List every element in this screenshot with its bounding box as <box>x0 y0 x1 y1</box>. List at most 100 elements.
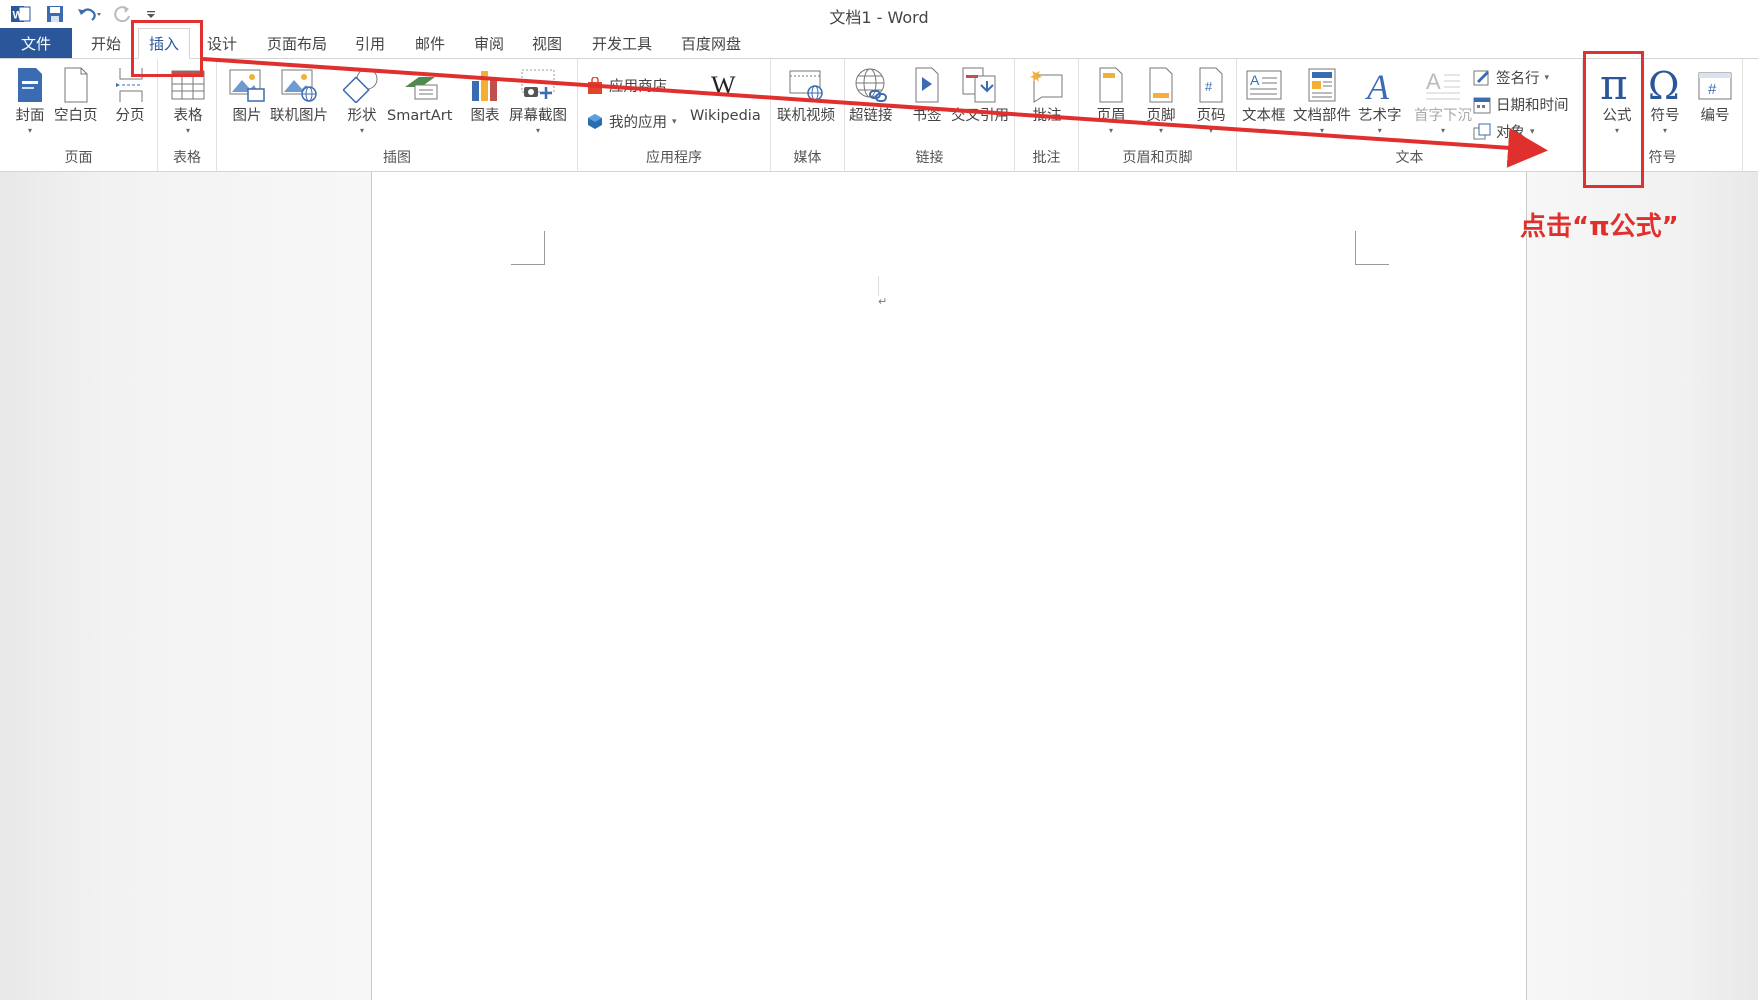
hyperlink-button[interactable]: 超链接 <box>849 65 893 125</box>
textbox-icon: A <box>1244 65 1284 105</box>
chevron-down-icon: ▾ <box>1158 126 1163 135</box>
chevron-down-icon: ▾ <box>1261 126 1266 135</box>
tab-developer[interactable]: 开发工具 <box>585 28 659 58</box>
my-apps-icon <box>586 113 604 131</box>
symbol-button[interactable]: Ω 符号 ▾ <box>1645 65 1685 135</box>
chevron-down-icon: ▾ <box>1530 126 1535 137</box>
crop-mark-top-left <box>511 231 545 265</box>
tab-insert[interactable]: 插入 <box>138 28 190 59</box>
group-label-links: 链接 <box>915 150 944 166</box>
date-time-button[interactable]: 日期和时间 <box>1473 94 1569 115</box>
header-icon <box>1091 65 1131 105</box>
blank-page-button[interactable]: 空白页 <box>54 65 98 125</box>
svg-text:#: # <box>1205 79 1213 94</box>
globe-link-icon <box>851 65 891 105</box>
window-title: 文档1 - Word <box>829 8 929 27</box>
drop-cap-button[interactable]: A 首字下沉 ▾ <box>1414 65 1472 135</box>
smartart-button[interactable]: SmartArt <box>387 65 452 125</box>
header-button[interactable]: 页眉 ▾ <box>1091 65 1131 135</box>
ribbon-tabs: 文件 开始 插入 设计 页面布局 引用 邮件 审阅 视图 开发工具 百度网盘 <box>0 28 1758 59</box>
blank-page-icon <box>56 65 96 105</box>
group-apps: 应用商店 我的应用 ▾ W Wikipedia 应用程序 <box>578 59 771 171</box>
online-picture-button[interactable]: 联机图片 <box>270 65 328 125</box>
cover-page-icon <box>10 65 50 105</box>
svg-text:A: A <box>1426 69 1441 94</box>
tab-home[interactable]: 开始 <box>84 28 128 58</box>
footer-icon <box>1141 65 1181 105</box>
picture-icon <box>227 65 267 105</box>
chevron-down-icon: ▾ <box>27 126 32 135</box>
shapes-icon <box>342 65 382 105</box>
screenshot-icon <box>518 65 558 105</box>
shapes-button[interactable]: 形状 ▾ <box>342 65 382 135</box>
online-video-button[interactable]: 联机视频 <box>777 65 835 125</box>
chevron-down-icon: ▾ <box>672 116 677 127</box>
calendar-icon <box>1473 96 1491 114</box>
group-links: 超链接 书签 交叉引用 链接 <box>845 59 1015 171</box>
chevron-down-icon: ▾ <box>1662 126 1667 135</box>
document-canvas-right <box>1527 172 1758 1000</box>
group-label-pages: 页面 <box>64 150 93 166</box>
cross-reference-button[interactable]: 交叉引用 <box>951 65 1009 125</box>
chevron-down-icon: ▾ <box>1319 126 1324 135</box>
svg-text:Ω: Ω <box>1648 65 1680 105</box>
chevron-down-icon: ▾ <box>185 126 190 135</box>
group-comments: 批注 批注 <box>1015 59 1079 171</box>
document-page[interactable]: ↵ <box>371 172 1527 1000</box>
office-store-button[interactable]: 应用商店 <box>586 75 667 96</box>
annotation-instruction: 点击“π公式” <box>1520 212 1679 242</box>
bookmark-button[interactable]: 书签 <box>907 65 947 125</box>
svg-text:A: A <box>1250 72 1260 88</box>
online-picture-icon <box>279 65 319 105</box>
tab-layout[interactable]: 页面布局 <box>260 28 334 58</box>
group-label-apps: 应用程序 <box>646 150 702 166</box>
chart-button[interactable]: 图表 <box>465 65 505 125</box>
object-button[interactable]: 对象 ▾ <box>1473 121 1535 142</box>
screenshot-button[interactable]: 屏幕截图 ▾ <box>509 65 567 135</box>
picture-button[interactable]: 图片 <box>227 65 267 125</box>
page-number-icon: # <box>1191 65 1231 105</box>
page-number-button[interactable]: # 页码 ▾ <box>1191 65 1231 135</box>
signature-icon <box>1473 69 1491 87</box>
new-comment-button[interactable]: 批注 <box>1027 65 1067 125</box>
tab-file[interactable]: 文件 <box>0 28 72 58</box>
group-label-header-footer: 页眉和页脚 <box>1122 150 1193 166</box>
chevron-down-icon: ▾ <box>1440 126 1445 135</box>
cover-page-button[interactable]: 封面 ▾ <box>10 65 50 135</box>
wordart-button[interactable]: A 艺术字 ▾ <box>1358 65 1402 135</box>
store-icon <box>586 76 604 95</box>
tab-view[interactable]: 视图 <box>525 28 569 58</box>
title-bar: W 文档1 - Word <box>0 0 1758 28</box>
tab-design[interactable]: 设计 <box>200 28 244 58</box>
signature-line-button[interactable]: 签名行 ▾ <box>1473 67 1549 88</box>
group-illustrations: 图片 联机图片 形状 ▾ SmartArt 图表 屏幕截图 ▾ 插图 <box>217 59 578 171</box>
tab-references[interactable]: 引用 <box>350 28 390 58</box>
chevron-down-icon: ▾ <box>535 126 540 135</box>
quick-parts-icon <box>1302 65 1342 105</box>
my-apps-button[interactable]: 我的应用 ▾ <box>586 111 677 132</box>
tab-mailings[interactable]: 邮件 <box>408 28 452 58</box>
tab-baidu-netdisk[interactable]: 百度网盘 <box>673 28 749 58</box>
quick-parts-button[interactable]: 文档部件 ▾ <box>1293 65 1351 135</box>
numbering-button[interactable]: # 编号 <box>1695 65 1735 125</box>
crop-mark-top-right <box>1355 231 1389 265</box>
online-video-icon <box>786 65 826 105</box>
tab-review[interactable]: 审阅 <box>467 28 511 58</box>
footer-button[interactable]: 页脚 ▾ <box>1141 65 1181 135</box>
group-header-footer: 页眉 ▾ 页脚 ▾ # 页码 ▾ 页眉和页脚 <box>1079 59 1237 171</box>
chevron-down-icon: ▾ <box>1377 126 1382 135</box>
chevron-down-icon: ▾ <box>359 126 364 135</box>
group-label-tables: 表格 <box>173 150 201 166</box>
bookmark-icon <box>907 65 947 105</box>
group-text: A 文本框 ▾ 文档部件 ▾ A 艺术字 ▾ A 首字下沉 ▾ 签名行 ▾ 日期… <box>1237 59 1583 171</box>
text-cursor <box>878 276 879 296</box>
omega-icon: Ω <box>1645 65 1685 105</box>
numbering-icon: # <box>1695 65 1735 105</box>
group-label-illustrations: 插图 <box>383 150 411 166</box>
wikipedia-button[interactable]: W Wikipedia <box>690 65 761 125</box>
group-label-comments: 批注 <box>1032 150 1061 166</box>
drop-cap-icon: A <box>1423 65 1463 105</box>
textbox-button[interactable]: A 文本框 ▾ <box>1242 65 1286 135</box>
chevron-down-icon: ▾ <box>1544 72 1550 83</box>
chart-icon <box>465 65 505 105</box>
